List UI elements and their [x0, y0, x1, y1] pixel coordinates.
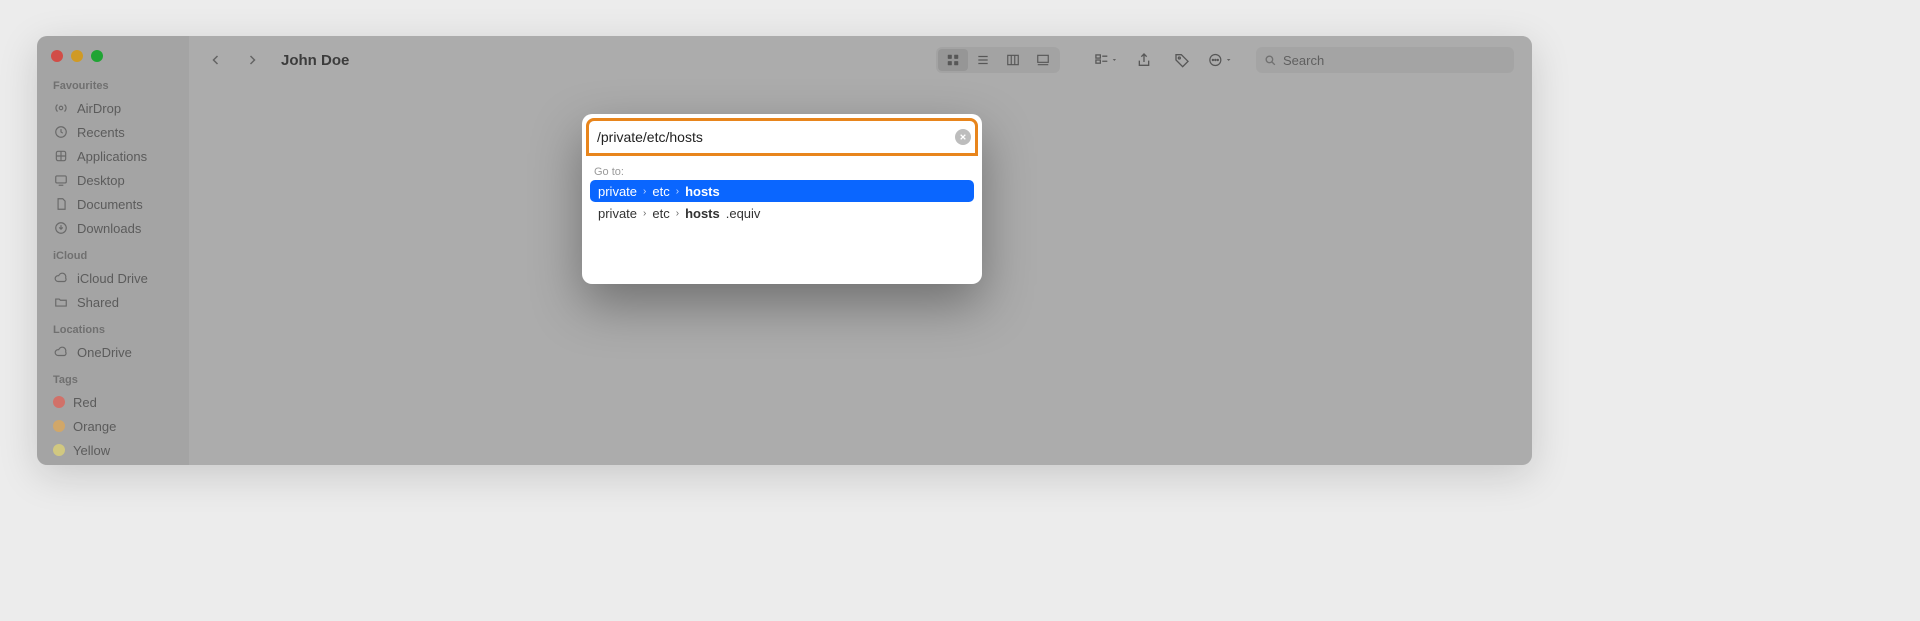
desktop-icon — [53, 172, 69, 188]
sidebar-section-icloud: iCloud — [53, 250, 189, 262]
sidebar-section-favourites: Favourites — [53, 80, 189, 92]
sidebar-tag-red[interactable]: Red — [53, 390, 189, 414]
sidebar-item-label: Red — [73, 395, 97, 410]
search-icon — [1264, 54, 1277, 67]
sidebar-item-documents[interactable]: Documents — [53, 192, 189, 216]
sidebar-item-downloads[interactable]: Downloads — [53, 216, 189, 240]
view-gallery-button[interactable] — [1028, 49, 1058, 71]
sidebar-item-label: Desktop — [77, 173, 125, 188]
sidebar-item-shared[interactable]: Shared — [53, 290, 189, 314]
back-button[interactable] — [207, 51, 225, 69]
window-controls — [51, 50, 189, 62]
folder-icon — [53, 294, 69, 310]
go-to-input-highlight — [586, 118, 978, 156]
sidebar-item-onedrive[interactable]: OneDrive — [53, 340, 189, 364]
sidebar-tag-yellow[interactable]: Yellow — [53, 438, 189, 462]
chevron-right-icon: › — [676, 208, 679, 219]
maximize-window-button[interactable] — [91, 50, 103, 62]
sidebar-item-label: Downloads — [77, 221, 141, 236]
close-window-button[interactable] — [51, 50, 63, 62]
sidebar-item-label: AirDrop — [77, 101, 121, 116]
group-by-button[interactable] — [1094, 49, 1118, 71]
applications-icon — [53, 148, 69, 164]
tag-dot-icon — [53, 420, 65, 432]
suggestion-segment: etc — [652, 206, 669, 221]
sidebar-item-recents[interactable]: Recents — [53, 120, 189, 144]
sidebar-item-label: Yellow — [73, 443, 110, 458]
go-to-suggestion-list: private › etc › hosts private › etc › hosts.… — [582, 180, 982, 234]
clear-input-button[interactable] — [955, 129, 971, 145]
sidebar-item-label: Recents — [77, 125, 125, 140]
sidebar-item-desktop[interactable]: Desktop — [53, 168, 189, 192]
cloud-icon — [53, 344, 69, 360]
sidebar-item-label: Applications — [77, 149, 147, 164]
minimize-window-button[interactable] — [71, 50, 83, 62]
search-input[interactable] — [1283, 53, 1506, 68]
window-title: John Doe — [281, 52, 349, 69]
chevron-right-icon: › — [643, 186, 646, 197]
view-icons-button[interactable] — [938, 49, 968, 71]
view-columns-button[interactable] — [998, 49, 1028, 71]
sidebar-item-label: iCloud Drive — [77, 271, 148, 286]
share-button[interactable] — [1132, 49, 1156, 71]
go-to-folder-dialog: Go to: private › etc › hosts private › etc ›… — [582, 114, 982, 284]
document-icon — [53, 196, 69, 212]
go-to-suggestion[interactable]: private › etc › hosts — [590, 180, 974, 202]
tag-dot-icon — [53, 396, 65, 408]
sidebar-item-label: Documents — [77, 197, 143, 212]
sidebar-item-icloud-drive[interactable]: iCloud Drive — [53, 266, 189, 290]
suggestion-rest: .equiv — [726, 206, 761, 221]
toolbar: John Doe — [189, 36, 1532, 84]
action-menu-button[interactable] — [1208, 49, 1232, 71]
sidebar-item-label: Orange — [73, 419, 116, 434]
sidebar-item-label: OneDrive — [77, 345, 132, 360]
sidebar-item-airdrop[interactable]: AirDrop — [53, 96, 189, 120]
go-to-suggestion[interactable]: private › etc › hosts .equiv — [590, 202, 974, 224]
view-list-button[interactable] — [968, 49, 998, 71]
chevron-right-icon: › — [643, 208, 646, 219]
suggestion-segment: etc — [652, 184, 669, 199]
sidebar-section-locations: Locations — [53, 324, 189, 336]
tag-dot-icon — [53, 444, 65, 456]
airdrop-icon — [53, 100, 69, 116]
chevron-right-icon: › — [676, 186, 679, 197]
cloud-icon — [53, 270, 69, 286]
search-field[interactable] — [1256, 47, 1514, 73]
sidebar-item-label: Shared — [77, 295, 119, 310]
sidebar: Favourites AirDrop Recents Applications … — [37, 36, 189, 465]
tags-button[interactable] — [1170, 49, 1194, 71]
suggestion-segment: private — [598, 184, 637, 199]
suggestion-match: hosts — [685, 184, 720, 199]
sidebar-item-applications[interactable]: Applications — [53, 144, 189, 168]
go-to-path-input[interactable] — [593, 129, 955, 145]
suggestion-match: hosts — [685, 206, 720, 221]
download-icon — [53, 220, 69, 236]
view-mode-group — [936, 47, 1060, 73]
clock-icon — [53, 124, 69, 140]
forward-button[interactable] — [243, 51, 261, 69]
sidebar-tag-orange[interactable]: Orange — [53, 414, 189, 438]
suggestion-segment: private — [598, 206, 637, 221]
go-to-label: Go to: — [582, 160, 982, 180]
sidebar-section-tags: Tags — [53, 374, 189, 386]
